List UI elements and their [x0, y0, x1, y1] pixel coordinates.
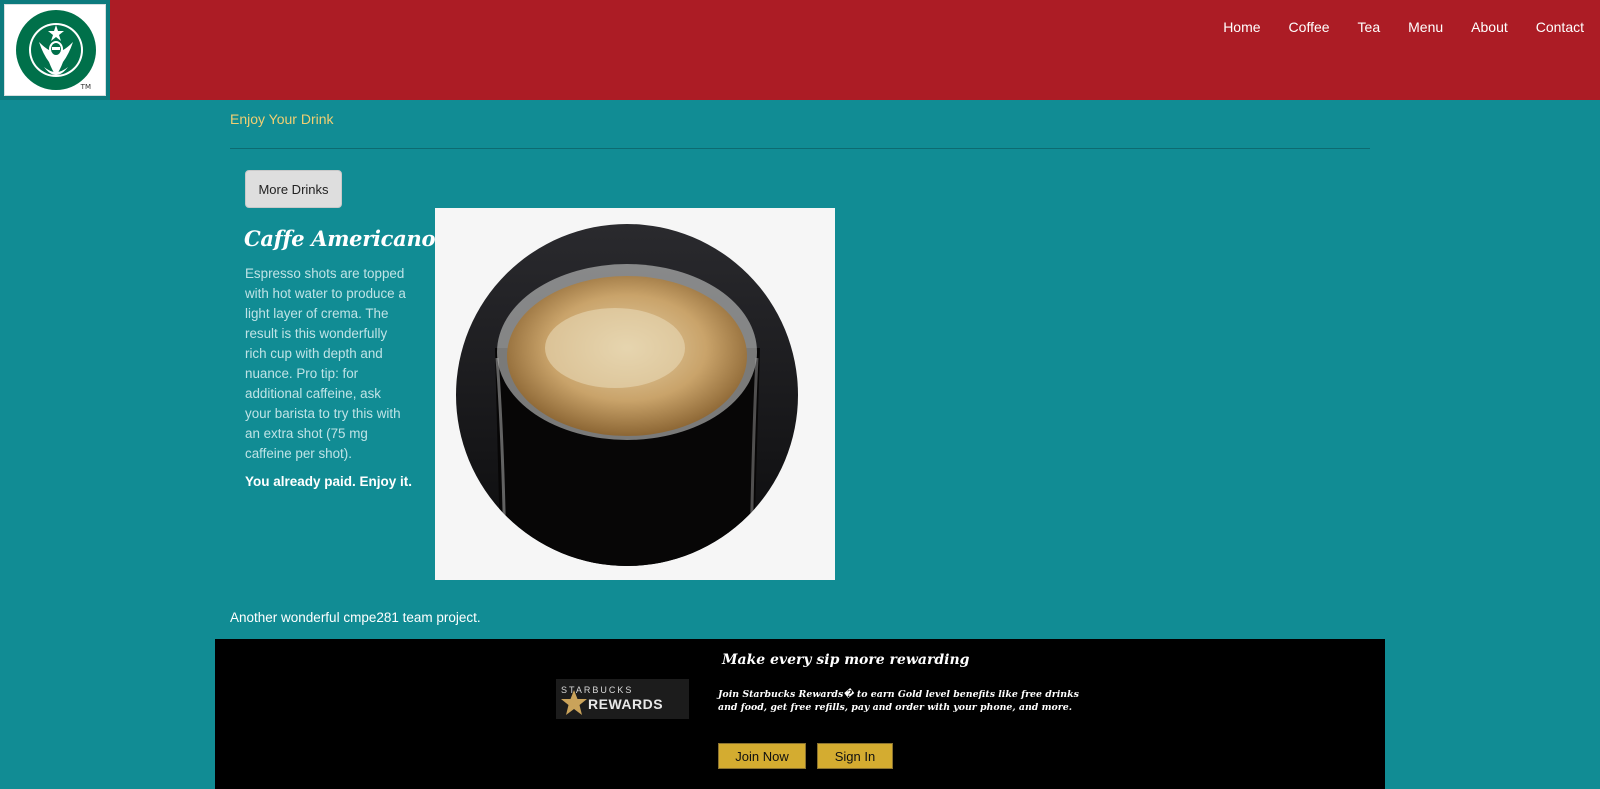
coffee-cup-image [456, 224, 798, 566]
nav-menu[interactable]: Menu [1408, 17, 1443, 37]
more-drinks-button[interactable]: More Drinks [245, 170, 342, 208]
rewards-logo: STARBUCKS REWARDS [556, 679, 689, 719]
sign-in-button[interactable]: Sign In [817, 743, 893, 769]
siren-icon [16, 10, 96, 90]
page-subtitle: Enjoy Your Drink [230, 111, 334, 127]
star-icon [561, 690, 587, 715]
rewards-description: Join Starbucks Rewards� to earn Gold lev… [718, 689, 1079, 713]
rewards-title: Make every sip more rewarding [722, 652, 970, 668]
join-now-button[interactable]: Join Now [718, 743, 806, 769]
drink-title: Caffe Americano [244, 226, 436, 251]
nav-home[interactable]: Home [1223, 17, 1260, 37]
main-nav: Home Coffee Tea Menu About Contact [1223, 17, 1600, 37]
nav-tea[interactable]: Tea [1358, 17, 1381, 37]
top-bar: TM Home Coffee Tea Menu About Contact [0, 0, 1600, 100]
team-credit: Another wonderful cmpe281 team project. [230, 610, 481, 625]
drink-photo [435, 208, 835, 580]
rewards-logo-bottom: REWARDS [588, 696, 664, 712]
logo-link[interactable]: TM [0, 0, 110, 100]
nav-contact[interactable]: Contact [1536, 17, 1584, 37]
trademark-label: TM [80, 83, 91, 91]
drink-description: Espresso shots are topped with hot water… [245, 266, 406, 461]
nav-about[interactable]: About [1471, 17, 1508, 37]
payment-note: You already paid. Enjoy it. [245, 474, 413, 489]
starbucks-logo: TM [4, 4, 106, 96]
nav-coffee[interactable]: Coffee [1289, 17, 1330, 37]
rewards-footer: Make every sip more rewarding STARBUCKS … [215, 639, 1385, 789]
divider [230, 148, 1370, 149]
